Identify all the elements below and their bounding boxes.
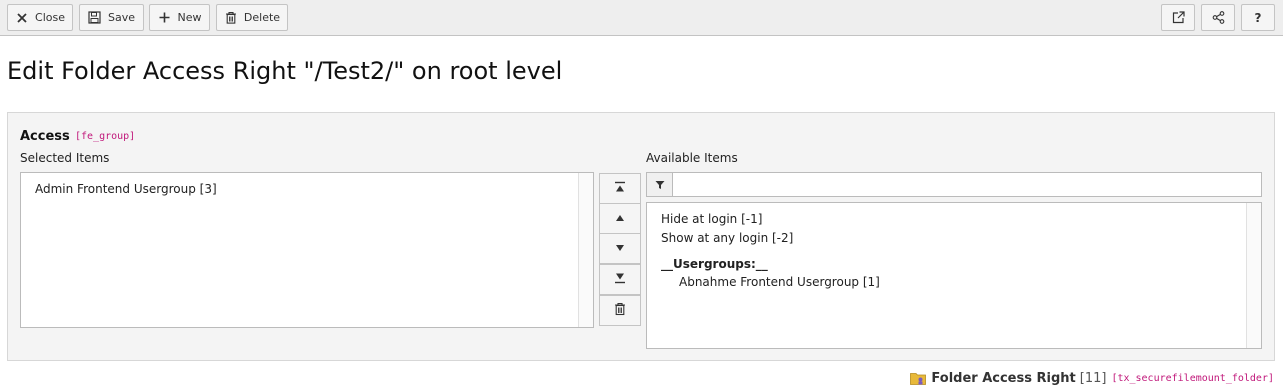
available-item[interactable]: Abnahme Frontend Usergroup [1] bbox=[679, 275, 880, 289]
move-down-icon bbox=[614, 242, 626, 256]
save-button[interactable]: Save bbox=[79, 4, 144, 31]
move-to-bottom-icon bbox=[614, 272, 626, 287]
folder-record-icon bbox=[910, 371, 927, 385]
move-to-top-icon bbox=[614, 181, 626, 196]
close-label: Close bbox=[35, 11, 65, 24]
share-icon bbox=[1211, 11, 1225, 25]
available-items-list[interactable]: Hide at login [-1] Show at any login [-2… bbox=[646, 202, 1262, 349]
share-button[interactable] bbox=[1201, 4, 1235, 31]
filter-input[interactable] bbox=[674, 173, 1260, 196]
move-to-bottom-button[interactable] bbox=[599, 264, 641, 295]
available-list-scrollbar[interactable] bbox=[1246, 203, 1261, 348]
available-items-filter bbox=[646, 172, 1262, 197]
record-table: [tx_securefilemount_folder] bbox=[1111, 372, 1274, 384]
move-up-button[interactable] bbox=[599, 203, 641, 234]
selected-items-label: Selected Items bbox=[20, 151, 110, 165]
filter-icon bbox=[647, 173, 673, 196]
help-label: ? bbox=[1254, 10, 1262, 25]
remove-selected-button[interactable] bbox=[599, 295, 641, 326]
record-info: Folder Access Right [11] [tx_securefilem… bbox=[910, 370, 1274, 386]
new-label: New bbox=[177, 11, 202, 24]
delete-label: Delete bbox=[243, 11, 281, 24]
external-link-icon bbox=[1171, 11, 1185, 25]
available-item[interactable]: Hide at login [-1] bbox=[661, 212, 762, 226]
delete-button[interactable]: Delete bbox=[216, 4, 288, 31]
available-item[interactable]: Show at any login [-2] bbox=[661, 231, 793, 245]
field-label: Access bbox=[20, 129, 70, 144]
close-button[interactable]: Close bbox=[7, 4, 73, 31]
close-icon bbox=[15, 11, 29, 25]
record-id: [11] bbox=[1079, 370, 1107, 386]
trash-icon bbox=[224, 11, 238, 25]
new-button[interactable]: New bbox=[149, 4, 210, 31]
trash-icon bbox=[614, 302, 626, 319]
selected-items-list[interactable]: Admin Frontend Usergroup [3] bbox=[20, 172, 594, 328]
selected-item[interactable]: Admin Frontend Usergroup [3] bbox=[35, 182, 217, 196]
move-down-button[interactable] bbox=[599, 233, 641, 264]
open-in-new-window-button[interactable] bbox=[1161, 4, 1195, 31]
available-items-label: Available Items bbox=[646, 151, 738, 165]
available-group-header: __Usergroups:__ bbox=[661, 257, 768, 271]
field-code: [fe_group] bbox=[75, 131, 136, 142]
move-up-icon bbox=[614, 212, 626, 226]
save-icon bbox=[88, 11, 102, 25]
save-label: Save bbox=[107, 11, 135, 24]
help-button[interactable]: ? bbox=[1241, 4, 1275, 31]
selected-list-scrollbar[interactable] bbox=[578, 173, 593, 327]
move-to-top-button[interactable] bbox=[599, 173, 641, 204]
doc-header: Close Save New Delete ? bbox=[0, 0, 1283, 36]
plus-icon bbox=[158, 11, 172, 25]
record-type-name: Folder Access Right bbox=[931, 370, 1076, 386]
page-title: Edit Folder Access Right "/Test2/" on ro… bbox=[7, 57, 563, 85]
